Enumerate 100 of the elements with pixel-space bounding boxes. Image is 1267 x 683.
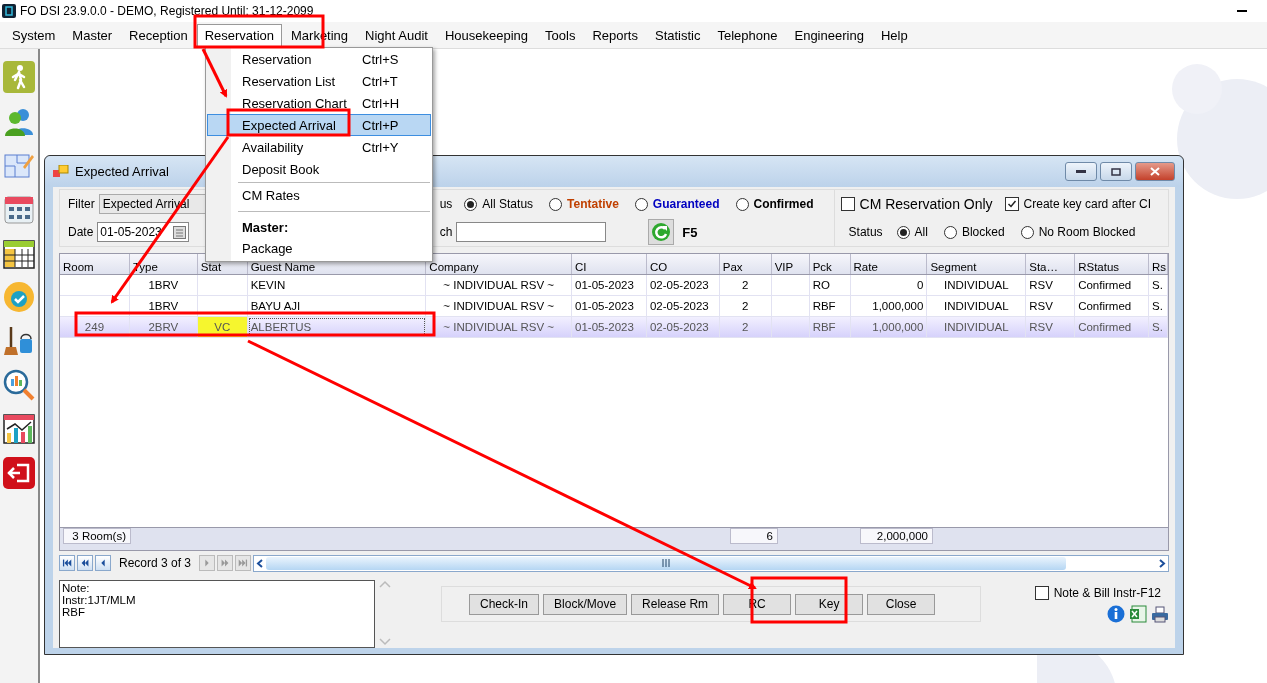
table-cell: 02-05-2023 — [646, 275, 720, 295]
dropdown-item[interactable]: Availability Ctrl+Y — [207, 136, 431, 158]
action-button[interactable]: Block/Move — [543, 593, 628, 615]
table-row[interactable]: 1BRV KEVIN ~ INDIVIDUAL RSV ~ 01-05-2023 02-05-2023 2 RO 0 INDIVIDUAL RSV Confirmed S. — [60, 275, 1168, 296]
magnifier-chart-icon[interactable] — [3, 369, 35, 401]
menu-item[interactable]: Master — [64, 23, 121, 47]
annotation-arrow — [201, 48, 228, 98]
dropdown-item[interactable]: Deposit Book — [207, 158, 431, 180]
status-radio[interactable]: Guaranteed — [634, 197, 720, 211]
checkmark-icon — [1006, 199, 1017, 209]
menu-item[interactable]: Tools — [537, 23, 584, 47]
status-radio[interactable]: Confirmed — [735, 197, 814, 211]
table-cell: 1,000,000 — [850, 296, 928, 316]
room-status-radio[interactable]: All — [896, 225, 928, 239]
column-header[interactable]: Rate — [850, 254, 928, 274]
minimize-button[interactable] — [1065, 162, 1097, 181]
table-cell: BAYU AJI — [247, 296, 427, 316]
menu-section-header: Master: — [241, 220, 290, 235]
menu-item[interactable]: Reports — [584, 23, 646, 47]
menu-item[interactable]: Reception — [121, 23, 196, 47]
menu-item[interactable]: Telephone — [709, 23, 786, 47]
table-cell: ~ INDIVIDUAL RSV ~ — [426, 275, 573, 295]
table-row[interactable]: 249 2BRV VC ALBERTUS ~ INDIVIDUAL RSV ~ 01-05-2023 02-05-2023 2 RBF 1,000,000 INDIVIDUAL RSV Confirmed S. — [60, 317, 1168, 338]
table-cell: S. — [1149, 275, 1168, 295]
date-label: Date — [68, 225, 94, 239]
dropdown-item[interactable]: Expected Arrival Ctrl+P — [207, 114, 431, 136]
record-counter: Record 3 of 3 — [119, 556, 192, 570]
menu-item[interactable]: Help — [872, 23, 916, 47]
table-cell: 1BRV — [129, 275, 198, 295]
menu-item[interactable]: System — [4, 23, 64, 47]
key-card-checkbox[interactable]: Create key card after CI — [1004, 197, 1151, 211]
menu-item[interactable]: Statistic — [646, 23, 709, 47]
column-header[interactable]: VIP — [771, 254, 810, 274]
action-button[interactable]: Release Rm — [631, 593, 720, 615]
table-cell: 1BRV — [129, 296, 198, 316]
restore-button[interactable] — [1100, 162, 1132, 181]
grip-icon — [662, 559, 671, 567]
table-cell: 1,000,000 — [850, 317, 928, 337]
printer-icon[interactable] — [1151, 605, 1169, 623]
column-header[interactable]: Pck — [809, 254, 851, 274]
exit-icon[interactable] — [3, 457, 35, 489]
column-header[interactable]: Room — [60, 254, 130, 274]
status-radio[interactable]: Tentative — [549, 197, 619, 211]
column-header[interactable]: Sta… — [1026, 254, 1076, 274]
year-calendar-icon[interactable] — [3, 237, 35, 269]
close-button[interactable] — [1135, 162, 1175, 181]
action-button[interactable]: Key — [795, 593, 864, 615]
search-label: ch — [439, 225, 453, 239]
action-button[interactable]: Close — [867, 593, 936, 615]
pax-total: 6 — [730, 528, 778, 544]
column-header[interactable]: Segment — [927, 254, 1027, 274]
room-status-label: Status — [848, 225, 883, 239]
info-icon[interactable] — [1107, 605, 1125, 623]
note-bill-checkbox[interactable]: Note & Bill Instr-F12 — [1034, 586, 1161, 600]
calendar-icon[interactable] — [3, 193, 35, 225]
close-icon[interactable] — [1150, 167, 1160, 176]
minimize-icon[interactable] — [1076, 169, 1086, 174]
navigation-button[interactable] — [95, 555, 111, 571]
checkmark-badge-icon[interactable] — [3, 281, 35, 313]
search-field[interactable] — [456, 222, 607, 242]
dropdown-item[interactable]: Reservation List Ctrl+T — [207, 70, 431, 92]
table-cell: 2 — [719, 275, 772, 295]
dropdown-item[interactable]: Reservation Chart Ctrl+H — [207, 92, 431, 114]
table-cell: RO — [809, 275, 851, 295]
table-cell: 02-05-2023 — [646, 296, 720, 316]
column-header[interactable]: CI — [572, 254, 647, 274]
menu-item[interactable]: Housekeeping — [436, 23, 537, 47]
arrow-icon — [61, 557, 73, 569]
note-text-area[interactable]: Note: Instr:1JT/MLM RBF — [59, 580, 375, 648]
menu-item[interactable]: Engineering — [786, 23, 872, 47]
table-cell: S. — [1149, 296, 1168, 316]
room-status-radio[interactable]: No Room Blocked — [1020, 225, 1136, 239]
navigation-button[interactable] — [59, 555, 75, 571]
column-header[interactable]: Pax — [719, 254, 772, 274]
room-status-radio[interactable]: Blocked — [943, 225, 1005, 239]
filter-label: Filter — [68, 197, 95, 211]
date-field[interactable]: 01-05-2023 — [97, 222, 190, 242]
menu-item[interactable]: Night Audit — [357, 23, 436, 47]
spreadsheet-icon[interactable] — [1129, 605, 1147, 623]
restore-icon[interactable] — [1111, 167, 1121, 176]
column-header[interactable]: CO — [646, 254, 720, 274]
dropdown-item[interactable]: Reservation Ctrl+S — [207, 48, 431, 70]
status-radio[interactable]: All Status — [464, 197, 534, 211]
table-cell: ~ INDIVIDUAL RSV ~ — [426, 296, 573, 316]
calendar-icon[interactable] — [173, 225, 187, 239]
scroll-thumb[interactable] — [266, 556, 1067, 570]
table-cell: RSV — [1026, 296, 1076, 316]
refresh-shortcut: F5 — [682, 224, 698, 240]
table-cell: RSV — [1026, 275, 1076, 295]
menu-item[interactable]: Reservation — [196, 23, 282, 47]
cm-reservation-checkbox[interactable]: CM Reservation Only — [840, 196, 993, 212]
line-chart-icon[interactable] — [3, 413, 35, 445]
cleaning-tools-icon[interactable] — [3, 325, 35, 357]
navigation-button[interactable] — [77, 555, 93, 571]
table-cell: RBF — [809, 317, 851, 337]
action-button[interactable]: Check-In — [469, 593, 540, 615]
column-header[interactable]: Rs — [1149, 254, 1168, 274]
horizontal-scrollbar[interactable] — [253, 554, 1169, 572]
table-cell: RBF — [809, 296, 851, 316]
column-header[interactable]: RStatus — [1075, 254, 1149, 274]
